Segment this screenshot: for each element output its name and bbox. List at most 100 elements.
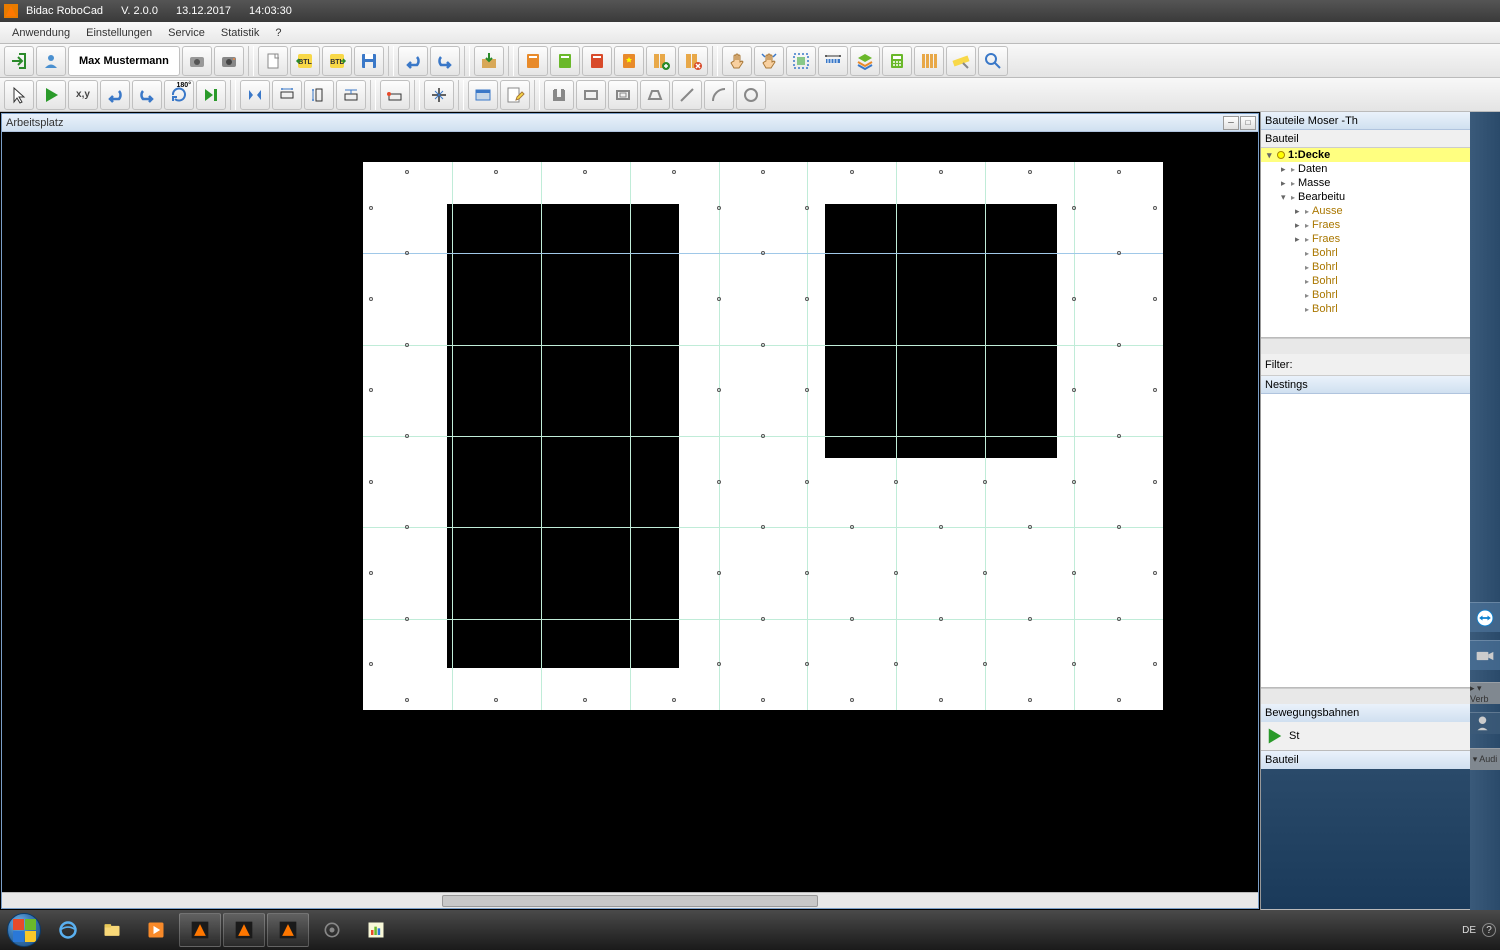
panel-maximize-button[interactable]: □ xyxy=(1240,116,1256,130)
file-new-button[interactable] xyxy=(258,46,288,76)
taskbar-robocad-2[interactable] xyxy=(223,913,265,947)
select-rect-button[interactable] xyxy=(786,46,816,76)
btl-out-button[interactable]: BTL xyxy=(322,46,352,76)
camera2-button[interactable] xyxy=(214,46,244,76)
tree-item-daten[interactable]: ▸▸Daten xyxy=(1261,162,1470,176)
step-right-button[interactable] xyxy=(196,80,226,110)
hand-pan-button[interactable] xyxy=(754,46,784,76)
panel-button[interactable] xyxy=(468,80,498,110)
tree-item-1decke[interactable]: ▾1:Decke xyxy=(1261,148,1470,162)
start-button[interactable] xyxy=(2,911,46,949)
play-button[interactable] xyxy=(36,80,66,110)
profile-rect-button[interactable] xyxy=(576,80,606,110)
nestings-header[interactable]: Nestings xyxy=(1261,376,1470,394)
taskbar-chart[interactable] xyxy=(355,913,397,947)
dim-h-button[interactable] xyxy=(272,80,302,110)
list-del-button[interactable] xyxy=(678,46,708,76)
tree-item-bearbeitu[interactable]: ▾▸Bearbeitu xyxy=(1261,190,1470,204)
line-button[interactable] xyxy=(672,80,702,110)
video-icon[interactable] xyxy=(1470,640,1500,670)
redo2-button[interactable] xyxy=(132,80,162,110)
tree-item-fraes[interactable]: ▸▸Fraes xyxy=(1261,218,1470,232)
expand-tab-audio[interactable]: ▾ Audi xyxy=(1470,748,1500,770)
cross-button[interactable] xyxy=(424,80,454,110)
anchor-button[interactable] xyxy=(380,80,410,110)
user-button[interactable] xyxy=(36,46,66,76)
canvas-scrollbar-horizontal[interactable] xyxy=(2,892,1258,908)
save-button[interactable] xyxy=(354,46,384,76)
tree-column-header: Bauteil xyxy=(1261,130,1470,148)
teamviewer-icon[interactable] xyxy=(1470,602,1500,632)
menu-einstellungen[interactable]: Einstellungen xyxy=(78,24,160,42)
panel-minimize-button[interactable]: ─ xyxy=(1223,116,1239,130)
component-section-header[interactable]: Bauteil xyxy=(1261,751,1470,769)
cutout-right xyxy=(825,204,1057,458)
svg-text:BTL: BTL xyxy=(298,59,312,66)
calc-button[interactable] xyxy=(882,46,912,76)
book-star-button[interactable] xyxy=(614,46,644,76)
profile-trapez-button[interactable] xyxy=(640,80,670,110)
tree-item-bohrl[interactable]: ▸Bohrl xyxy=(1261,246,1470,260)
book-red-button[interactable] xyxy=(582,46,612,76)
columns-button[interactable] xyxy=(914,46,944,76)
nestings-scrollbar[interactable] xyxy=(1261,688,1470,704)
collapsed-side-strip: ▸ ▾ Verb ▾ Audi xyxy=(1470,112,1500,910)
dim-top-button[interactable] xyxy=(336,80,366,110)
undo2-button[interactable] xyxy=(100,80,130,110)
systray-help-icon[interactable]: ? xyxy=(1482,923,1496,937)
menu-statistik[interactable]: Statistik xyxy=(213,24,268,42)
motion-start-button[interactable]: St xyxy=(1261,722,1470,750)
book-orange-button[interactable] xyxy=(518,46,548,76)
measure-button[interactable] xyxy=(818,46,848,76)
login-button[interactable] xyxy=(4,46,34,76)
taskbar-media[interactable] xyxy=(135,913,177,947)
cursor-button[interactable] xyxy=(4,80,34,110)
tree-item-bohrl[interactable]: ▸Bohrl xyxy=(1261,302,1470,316)
edit-button[interactable] xyxy=(500,80,530,110)
tree-item-bohrl[interactable]: ▸Bohrl xyxy=(1261,260,1470,274)
tree-scrollbar[interactable] xyxy=(1261,338,1470,354)
menu-[interactable]: ? xyxy=(267,24,289,42)
menu-anwendung[interactable]: Anwendung xyxy=(4,24,78,42)
undo-button[interactable] xyxy=(398,46,428,76)
arc-button[interactable] xyxy=(704,80,734,110)
motion-paths-header[interactable]: Bewegungsbahnen xyxy=(1261,704,1470,722)
toolbar-secondary: x,y 180° xyxy=(0,78,1500,112)
expand-tab-bemerkung[interactable] xyxy=(1470,712,1500,734)
taskbar-robocad-1[interactable] xyxy=(179,913,221,947)
taskbar-robocad-3[interactable] xyxy=(267,913,309,947)
app-version: V. 2.0.0 xyxy=(121,5,158,17)
profile-rect2-button[interactable] xyxy=(608,80,638,110)
filter-label: Filter: xyxy=(1265,359,1293,371)
profile-u-button[interactable] xyxy=(544,80,574,110)
hand-button[interactable] xyxy=(722,46,752,76)
tree-item-fraes[interactable]: ▸▸Fraes xyxy=(1261,232,1470,246)
rotate180-button[interactable]: 180° xyxy=(164,80,194,110)
layers-button[interactable] xyxy=(850,46,880,76)
camera-button[interactable] xyxy=(182,46,212,76)
circle-button[interactable] xyxy=(736,80,766,110)
xy-button[interactable]: x,y xyxy=(68,80,98,110)
dim-v-button[interactable] xyxy=(304,80,334,110)
redo-button[interactable] xyxy=(430,46,460,76)
tree-item-bohrl[interactable]: ▸Bohrl xyxy=(1261,288,1470,302)
tree-item-ausse[interactable]: ▸▸Ausse xyxy=(1261,204,1470,218)
taskbar-ie[interactable] xyxy=(47,913,89,947)
book-green-button[interactable] xyxy=(550,46,580,76)
ruler-button[interactable] xyxy=(946,46,976,76)
mirror-button[interactable] xyxy=(240,80,270,110)
taskbar-explorer[interactable] xyxy=(91,913,133,947)
canvas-viewport[interactable] xyxy=(2,132,1258,892)
btl-in-button[interactable]: BTL xyxy=(290,46,320,76)
list-add-button[interactable] xyxy=(646,46,676,76)
expand-tab-verbindung[interactable]: ▸ ▾ Verb xyxy=(1470,682,1500,704)
systray-lang[interactable]: DE xyxy=(1462,925,1476,936)
tree-item-masse[interactable]: ▸▸Masse xyxy=(1261,176,1470,190)
menu-service[interactable]: Service xyxy=(160,24,213,42)
tree-item-bohrl[interactable]: ▸Bohrl xyxy=(1261,274,1470,288)
taskbar-gear[interactable] xyxy=(311,913,353,947)
export-button[interactable] xyxy=(474,46,504,76)
component-tree[interactable]: ▾1:Decke▸▸Daten▸▸Masse▾▸Bearbeitu▸▸Ausse… xyxy=(1261,148,1470,338)
scrollbar-thumb[interactable] xyxy=(442,895,819,907)
zoom-button[interactable] xyxy=(978,46,1008,76)
